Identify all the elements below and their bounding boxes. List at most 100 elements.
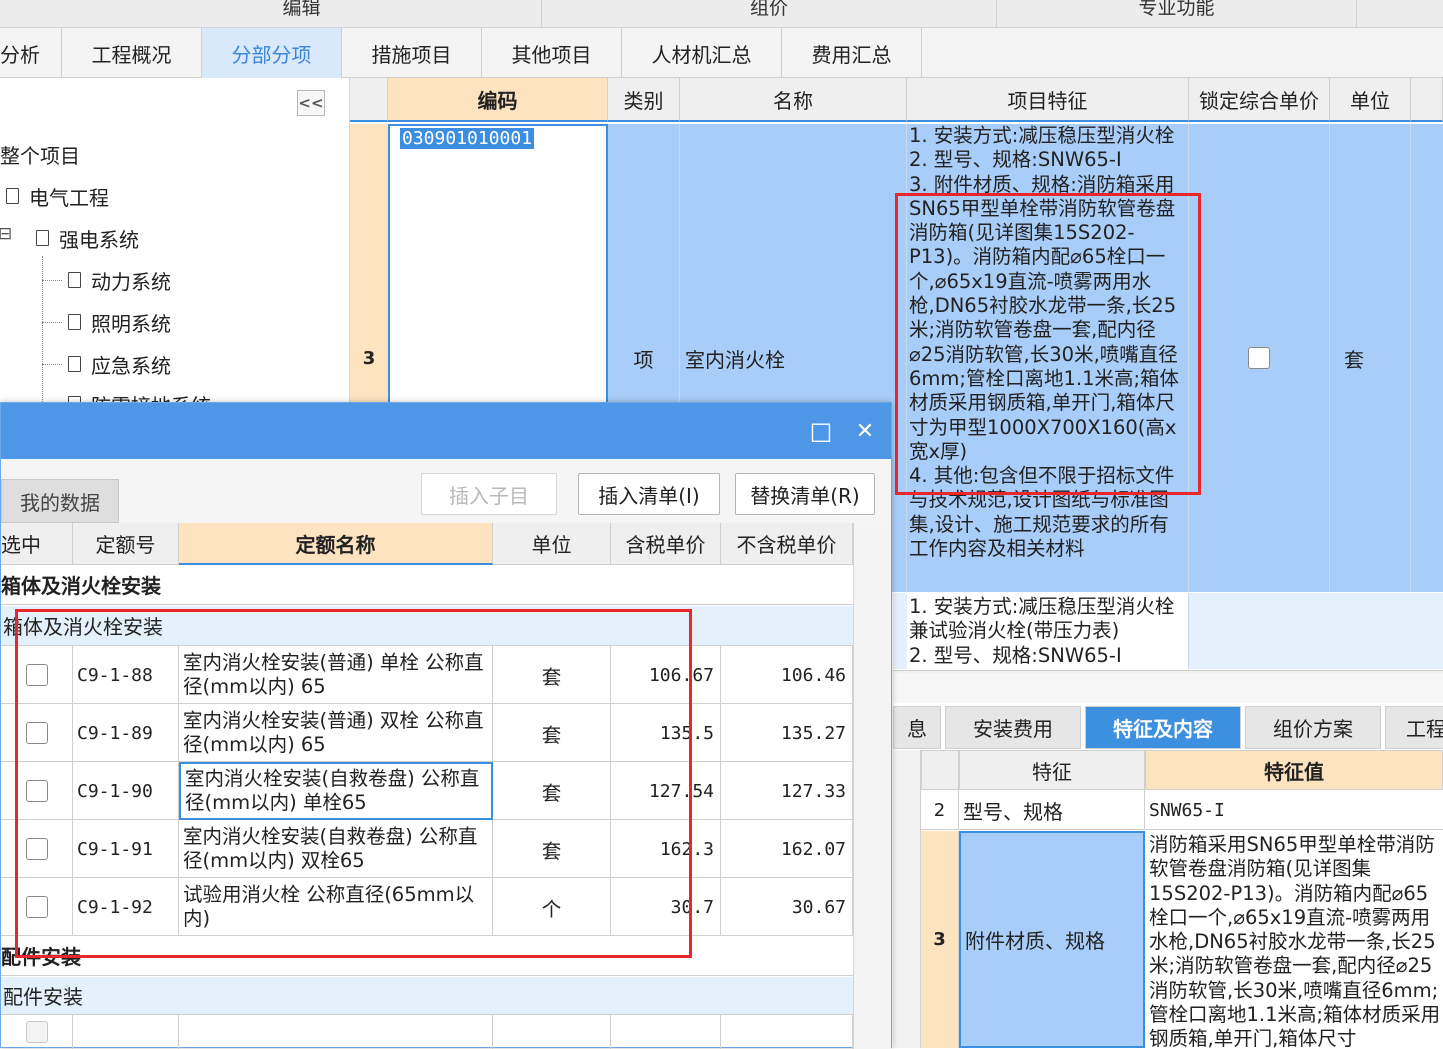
vertical-scrollbar[interactable] <box>853 523 891 1049</box>
document-icon <box>36 230 49 246</box>
column-header-code[interactable]: 编码 <box>388 78 608 122</box>
column-header-feature-value[interactable]: 特征值 <box>1145 750 1443 790</box>
column-header-quota-name[interactable]: 定额名称 <box>179 523 493 565</box>
table-row[interactable] <box>1 1015 853 1049</box>
tree-connector <box>42 322 62 323</box>
tree-item-whole-project[interactable]: 整个项目 <box>0 138 80 170</box>
row-number: 3 <box>921 831 959 1048</box>
tab-engineering[interactable]: 工程 <box>1385 706 1443 749</box>
table-row[interactable]: 2 型号、规格 SNW65-I <box>921 790 1443 830</box>
document-icon <box>68 314 81 330</box>
notax-price[interactable]: 127.33 <box>721 762 853 820</box>
notax-price[interactable]: 30.67 <box>721 878 853 936</box>
tab-cost-summary[interactable]: 费用汇总 <box>782 28 922 78</box>
row-number-header <box>350 78 388 122</box>
code-value[interactable]: 030901010001 <box>400 128 535 149</box>
feature-line: 1. 安装方式:减压稳压型消火栓 <box>909 124 1175 147</box>
quota-code[interactable] <box>73 1015 179 1049</box>
column-header-feature[interactable]: 特征 <box>959 750 1145 790</box>
column-header-unit[interactable]: 单位 <box>1330 78 1411 122</box>
quota-unit[interactable] <box>493 1015 611 1049</box>
row-number: 2 <box>921 790 959 830</box>
tab-info[interactable]: 息 <box>893 706 941 749</box>
tab-feature-content[interactable]: 特征及内容 <box>1085 706 1241 749</box>
tree-item-lighting[interactable]: 照明系统 <box>68 306 171 338</box>
column-header-tax-price[interactable]: 含税单价 <box>611 523 721 565</box>
annotation-box <box>15 609 692 958</box>
panel-spacer <box>893 673 1443 703</box>
insert-subitem-button[interactable]: 插入子目 <box>421 473 557 515</box>
select-cell <box>1 1015 73 1049</box>
feature-name[interactable]: 附件材质、规格 <box>959 831 1145 1048</box>
close-icon[interactable]: ✕ <box>849 415 881 447</box>
maximize-icon[interactable]: □ <box>805 415 837 447</box>
column-header-select[interactable]: 选中 <box>1 523 73 565</box>
feature-value[interactable]: 消防箱采用SN65甲型单栓带消防软管卷盘消防箱(见详图集15S202-P13)。… <box>1145 831 1443 1048</box>
tab-install-fee[interactable]: 安装费用 <box>945 706 1081 749</box>
tree-item-strong-current[interactable]: 强电系统 <box>36 222 139 254</box>
column-header-features[interactable]: 项目特征 <box>907 78 1189 122</box>
unit-cell[interactable]: 套 <box>1330 124 1411 592</box>
notax-price[interactable]: 106.46 <box>721 646 853 704</box>
feature-line: 2. 型号、规格:SNW65-I <box>909 643 1122 667</box>
tree-connector <box>42 364 62 365</box>
column-header-unit[interactable]: 单位 <box>493 523 611 565</box>
column-header-notax-price[interactable]: 不含税单价 <box>721 523 853 565</box>
quota-dialog: □ ✕ 我的数据 插入子目 插入清单(I) 替换清单(R) 选中 定额号 定额名… <box>0 402 892 1049</box>
ribbon-group-pricing: 组价 <box>542 0 997 28</box>
expand-toggle-icon[interactable]: ⊟ <box>0 224 12 244</box>
main-tab-bar: 分析 工程概况 分部分项 措施项目 其他项目 人材机汇总 费用汇总 <box>0 28 1443 78</box>
notax-price[interactable]: 162.07 <box>721 820 853 878</box>
column-header-quota-code[interactable]: 定额号 <box>73 523 179 565</box>
table-row[interactable]: 3 附件材质、规格 消防箱采用SN65甲型单栓带消防软管卷盘消防箱(见详图集15… <box>921 831 1443 1048</box>
tab-my-data[interactable]: 我的数据 <box>1 479 119 523</box>
tree-connector <box>42 256 43 408</box>
document-icon <box>6 188 19 204</box>
extra-cell <box>1411 124 1443 592</box>
table-row[interactable]: 1. 安装方式:减压稳压型消火栓兼试验消火栓(带压力表) 2. 型号、规格:SN… <box>893 593 1443 669</box>
group-header[interactable]: 箱体及消火栓安装 <box>1 565 853 605</box>
column-header-name[interactable]: 名称 <box>680 78 907 122</box>
row-checkbox[interactable] <box>25 1021 48 1043</box>
tree-item-electrical[interactable]: 电气工程 <box>6 180 109 212</box>
tab-other-items[interactable]: 其他项目 <box>482 28 622 78</box>
column-header-type[interactable]: 类别 <box>608 78 680 122</box>
collapse-tree-button[interactable]: << <box>297 90 325 116</box>
document-icon <box>68 272 81 288</box>
insert-bill-button[interactable]: 插入清单(I) <box>578 473 720 515</box>
feature-panel: 息 安装费用 特征及内容 组价方案 工程 特征 特征值 2 型号、规格 SNW6… <box>893 673 1443 1048</box>
column-header-lock-price[interactable]: 锁定综合单价 <box>1189 78 1330 122</box>
tax-price[interactable] <box>611 1015 721 1049</box>
tab-measures[interactable]: 措施项目 <box>342 28 482 78</box>
document-icon <box>68 356 81 372</box>
row-number-header <box>921 750 959 790</box>
tab-pricing-plan[interactable]: 组价方案 <box>1245 706 1381 749</box>
feature-value[interactable]: SNW65-I <box>1145 790 1443 830</box>
quota-name[interactable] <box>179 1015 493 1049</box>
ribbon-group-edit: 编辑 <box>62 0 542 28</box>
subgroup-header[interactable]: 配件安装 <box>1 977 853 1015</box>
tab-analysis[interactable]: 分析 <box>0 28 62 78</box>
lock-price-checkbox[interactable] <box>1248 347 1270 369</box>
tree-item-power[interactable]: 动力系统 <box>68 264 171 296</box>
column-header-extra <box>1411 78 1443 122</box>
tab-labor-material-summary[interactable]: 人材机汇总 <box>622 28 782 78</box>
annotation-box <box>895 193 1201 495</box>
replace-bill-button[interactable]: 替换清单(R) <box>735 473 875 515</box>
panel-gutter <box>893 750 921 1048</box>
lock-price-cell <box>1189 124 1330 592</box>
notax-price[interactable]: 135.27 <box>721 704 853 762</box>
features-cell[interactable]: 1. 安装方式:减压稳压型消火栓兼试验消火栓(带压力表) 2. 型号、规格:SN… <box>907 593 1189 669</box>
dialog-title-bar[interactable]: □ ✕ <box>1 403 891 459</box>
tab-sub-items[interactable]: 分部分项 <box>202 28 342 78</box>
feature-line: 2. 型号、规格:SNW65-I <box>909 148 1122 172</box>
feature-name[interactable]: 型号、规格 <box>959 790 1145 830</box>
tree-connector <box>42 280 62 281</box>
tree-item-emergency[interactable]: 应急系统 <box>68 348 171 380</box>
ribbon-group-professional: 专业功能 <box>997 0 1357 28</box>
tab-project-overview[interactable]: 工程概况 <box>62 28 202 78</box>
feature-line: 1. 安装方式:减压稳压型消火栓兼试验消火栓(带压力表) <box>909 595 1175 643</box>
ribbon: 编辑 组价 专业功能 <box>0 0 1443 28</box>
project-tree: << 整个项目 电气工程 ⊟ 强电系统 动力系统 照明系统 应急系统 防雷接地系… <box>0 78 350 418</box>
notax-price[interactable] <box>721 1015 853 1049</box>
